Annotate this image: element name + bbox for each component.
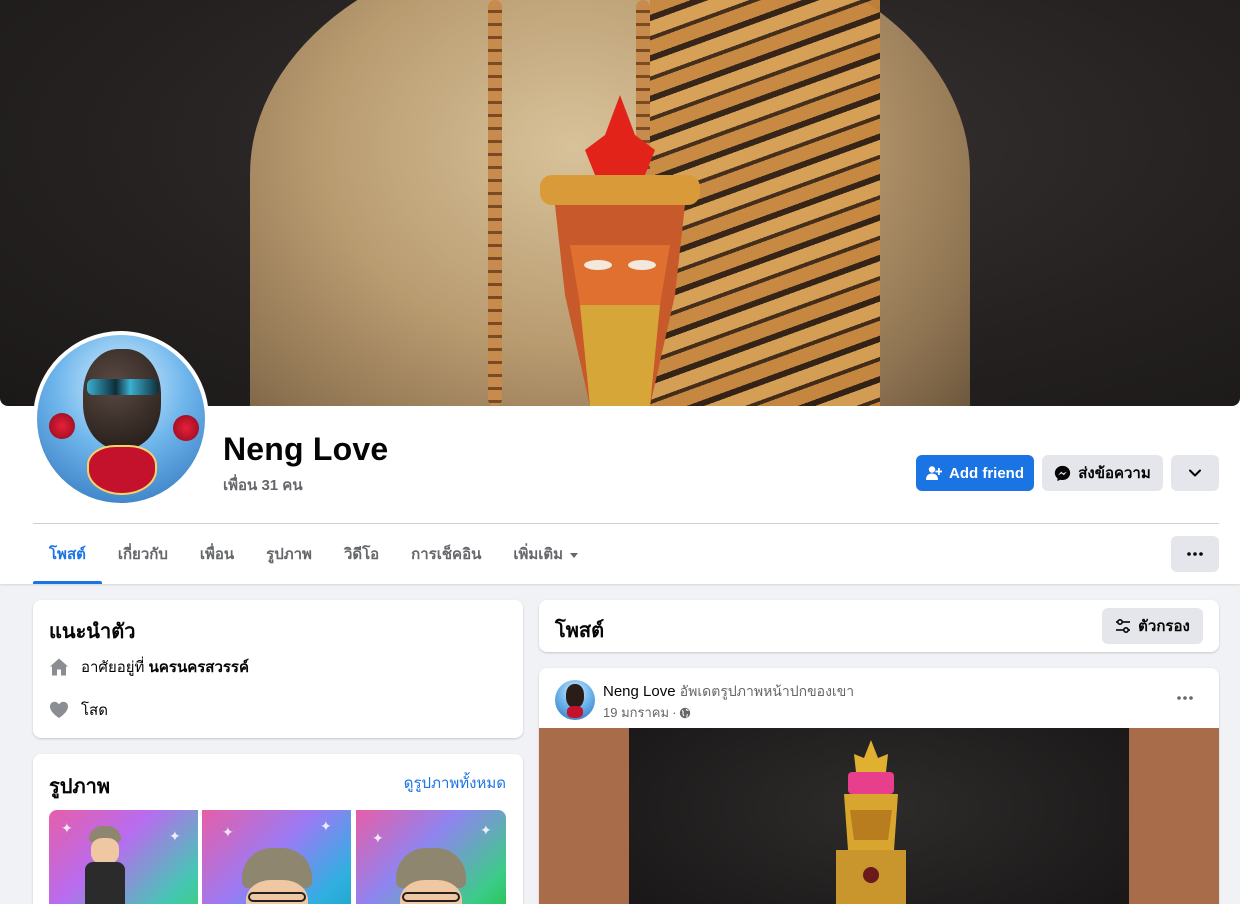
intro-card: แนะนำตัว อาศัยอยู่ที่ นครนครสวรรค์ โสด	[33, 600, 523, 738]
cover-mask	[540, 95, 700, 406]
photos-title: รูปภาพ	[49, 776, 111, 798]
message-label: ส่งข้อความ	[1078, 465, 1151, 482]
home-icon	[50, 658, 68, 676]
post-date[interactable]: 19 มกราคม	[603, 702, 669, 723]
add-friend-button[interactable]: Add friend	[916, 455, 1034, 491]
post-options-button[interactable]	[1167, 684, 1203, 712]
more-horizontal-icon	[1187, 552, 1203, 556]
post-action-text: อัพเดตรูปภาพหน้าปกของเขา	[679, 683, 855, 699]
tab-more[interactable]: เพิ่มเติม	[497, 524, 594, 584]
avatar-heart	[87, 445, 157, 495]
sparkle-icon: ✦	[480, 822, 492, 838]
posts-title: โพสต์	[555, 620, 605, 642]
cover-photo[interactable]	[0, 0, 1240, 406]
chevron-down-icon	[1189, 469, 1201, 477]
avatar-body	[85, 862, 125, 904]
profile-tabs: โพสต์ เกี่ยวกับ เพื่อน รูปภาพ วิดีโอ การ…	[33, 524, 594, 584]
globe-icon[interactable]	[679, 707, 691, 719]
tabs-options-button[interactable]	[1171, 536, 1219, 572]
more-horizontal-icon	[1177, 696, 1193, 700]
add-person-icon	[926, 466, 942, 480]
post-image-crown	[836, 740, 906, 904]
post-card: Neng Love อัพเดตรูปภาพหน้าปกของเขา 19 มก…	[539, 668, 1219, 904]
avatar-glasses	[248, 892, 306, 902]
tab-photos[interactable]: รูปภาพ	[250, 524, 328, 584]
tab-checkins[interactable]: การเช็คอิน	[395, 524, 497, 584]
avatar-rose	[173, 415, 199, 441]
tab-posts[interactable]: โพสต์	[33, 524, 102, 584]
tab-videos[interactable]: วิดีโอ	[328, 524, 395, 584]
avatar-face	[83, 349, 161, 449]
profile-header: Neng Love เพื่อน 31 คน Add friend ส่งข้อ…	[0, 0, 1240, 584]
sparkle-icon: ✦	[372, 830, 384, 846]
post-author-avatar[interactable]	[555, 680, 595, 720]
tab-friends[interactable]: เพื่อน	[184, 524, 250, 584]
posts-header-card: โพสต์ ตัวกรอง	[539, 600, 1219, 652]
heart-icon	[50, 701, 68, 718]
avatar-glasses	[402, 892, 460, 902]
photo-thumbnail[interactable]: ✦ ✦	[356, 810, 506, 904]
intro-lives-in: อาศัยอยู่ที่ นครนครสวรรค์	[49, 655, 249, 679]
post-image[interactable]	[539, 728, 1219, 904]
tab-about[interactable]: เกี่ยวกับ	[102, 524, 184, 584]
photo-thumbnail[interactable]: ✦ ✦	[202, 810, 351, 904]
post-author-name[interactable]: Neng Love	[603, 683, 676, 700]
filter-label: ตัวกรอง	[1138, 618, 1190, 635]
post-meta: 19 มกราคม ·	[603, 702, 691, 723]
lives-in-text: อาศัยอยู่ที่ นครนครสวรรค์	[81, 655, 249, 679]
tab-more-label: เพิ่มเติม	[513, 546, 564, 563]
avatar	[37, 335, 205, 503]
avatar-heart	[567, 706, 583, 718]
intro-title: แนะนำตัว	[49, 621, 136, 643]
filter-sliders-icon	[1116, 619, 1131, 633]
meta-separator: ·	[672, 705, 677, 720]
friends-count[interactable]: เพื่อน 31 คน	[223, 473, 303, 497]
relationship-text: โสด	[81, 702, 108, 719]
profile-picture[interactable]	[33, 331, 209, 507]
post-header-text: Neng Love อัพเดตรูปภาพหน้าปกของเขา	[603, 681, 854, 703]
avatar-face	[566, 684, 584, 708]
filter-button[interactable]: ตัวกรอง	[1102, 608, 1203, 644]
sparkle-icon: ✦	[222, 824, 234, 840]
see-all-photos-link[interactable]: ดูรูปภาพทั้งหมด	[404, 771, 506, 795]
profile-name: Neng Love	[223, 431, 389, 467]
lives-in-prefix: อาศัยอยู่ที่	[81, 659, 145, 676]
message-button[interactable]: ส่งข้อความ	[1042, 455, 1163, 491]
sparkle-icon: ✦	[61, 820, 73, 836]
messenger-icon	[1055, 465, 1071, 481]
cover-beads	[488, 0, 502, 406]
photos-card: รูปภาพ ดูรูปภาพทั้งหมด ✦ ✦ ✦ ✦ ✦ ✦	[33, 754, 523, 904]
profile-options-button[interactable]	[1171, 455, 1219, 491]
sparkle-icon: ✦	[320, 818, 332, 834]
avatar-rose	[49, 413, 75, 439]
photo-thumbnail[interactable]: ✦ ✦	[49, 810, 198, 904]
sparkle-icon: ✦	[169, 828, 181, 844]
caret-down-icon	[570, 552, 579, 558]
intro-relationship: โสด	[49, 698, 108, 722]
lives-in-place[interactable]: นครนครสวรรค์	[149, 659, 249, 676]
avatar-sunglasses	[87, 379, 159, 395]
add-friend-label: Add friend	[949, 464, 1024, 482]
avatar-face	[91, 838, 119, 864]
